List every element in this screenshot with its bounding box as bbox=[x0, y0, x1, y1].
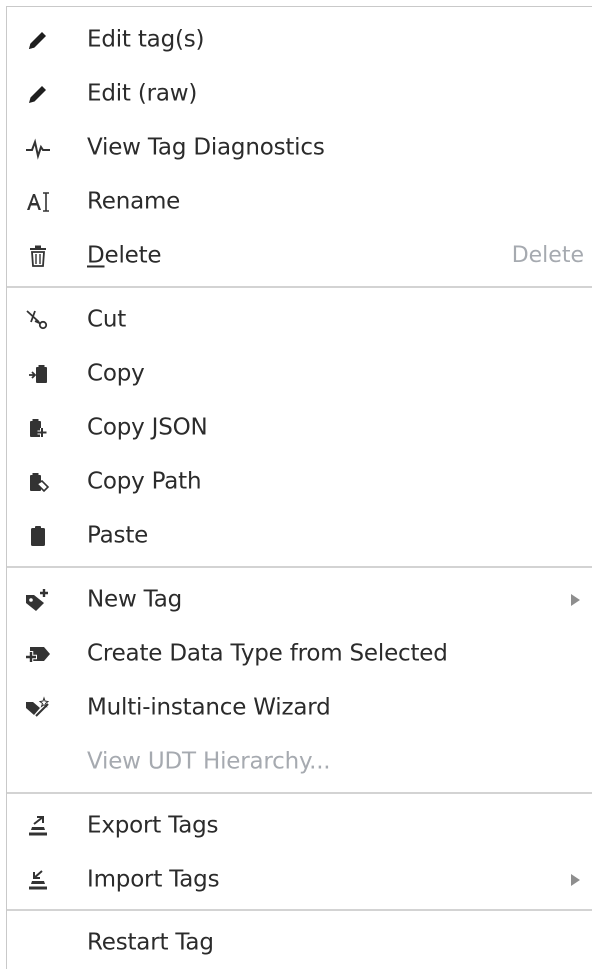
menu-item-delete[interactable]: Delete Delete bbox=[7, 229, 592, 283]
menu-item-label: Edit (raw) bbox=[87, 80, 198, 107]
menu-item-paste[interactable]: Paste bbox=[7, 509, 592, 563]
menu-item-view-udt-hierarchy: View UDT Hierarchy... bbox=[7, 735, 592, 789]
copy-json-icon bbox=[21, 413, 55, 443]
menu-separator bbox=[7, 566, 592, 568]
menu-separator bbox=[7, 286, 592, 288]
new-tag-icon bbox=[21, 585, 55, 615]
menu-item-copy-path[interactable]: Copy Path bbox=[7, 455, 592, 509]
context-menu: Edit tag(s) Edit (raw) View Tag Diagnost… bbox=[6, 6, 592, 969]
menu-item-multi-instance-wizard[interactable]: Multi-instance Wizard bbox=[7, 681, 592, 735]
menu-item-label: View Tag Diagnostics bbox=[87, 134, 325, 161]
menu-item-label: Import Tags bbox=[87, 866, 220, 893]
submenu-arrow-icon bbox=[571, 594, 580, 606]
menu-item-label: Export Tags bbox=[87, 812, 219, 839]
menu-item-restart-tag[interactable]: Restart Tag bbox=[7, 916, 592, 970]
menu-separator bbox=[7, 792, 592, 794]
menu-item-label: Copy Path bbox=[87, 468, 202, 495]
copy-path-icon bbox=[21, 467, 55, 497]
pencil-icon bbox=[21, 79, 55, 109]
create-data-type-icon bbox=[21, 639, 55, 669]
menu-item-label: Multi-instance Wizard bbox=[87, 694, 331, 721]
mnemonic-char: D bbox=[87, 242, 105, 269]
menu-item-label: Paste bbox=[87, 522, 149, 549]
menu-item-rename[interactable]: Rename bbox=[7, 175, 592, 229]
menu-item-cut[interactable]: Cut bbox=[7, 293, 592, 347]
scissors-icon bbox=[21, 305, 55, 335]
menu-item-label: New Tag bbox=[87, 586, 183, 613]
menu-item-view-tag-diagnostics[interactable]: View Tag Diagnostics bbox=[7, 121, 592, 175]
menu-item-copy-json[interactable]: Copy JSON bbox=[7, 401, 592, 455]
menu-item-label: Copy JSON bbox=[87, 414, 208, 441]
menu-item-create-data-type[interactable]: Create Data Type from Selected bbox=[7, 627, 592, 681]
menu-item-edit-raw[interactable]: Edit (raw) bbox=[7, 67, 592, 121]
menu-item-label: Edit tag(s) bbox=[87, 26, 205, 53]
menu-item-label: Cut bbox=[87, 306, 127, 333]
menu-item-copy[interactable]: Copy bbox=[7, 347, 592, 401]
menu-item-label: Copy bbox=[87, 360, 145, 387]
rename-icon bbox=[21, 187, 55, 217]
shortcut-label: Delete bbox=[511, 243, 584, 268]
menu-item-label: View UDT Hierarchy... bbox=[87, 748, 331, 775]
submenu-arrow-icon bbox=[571, 874, 580, 886]
clipboard-icon bbox=[21, 521, 55, 551]
export-icon bbox=[21, 811, 55, 841]
menu-item-label: Rename bbox=[87, 188, 181, 215]
import-icon bbox=[21, 865, 55, 895]
pencil-icon bbox=[21, 25, 55, 55]
wizard-icon bbox=[21, 693, 55, 723]
menu-item-new-tag[interactable]: New Tag bbox=[7, 573, 592, 627]
menu-item-import-tags[interactable]: Import Tags bbox=[7, 853, 592, 907]
trash-icon bbox=[21, 241, 55, 271]
menu-separator bbox=[7, 909, 592, 911]
copy-icon bbox=[21, 359, 55, 389]
menu-item-label: Delete bbox=[87, 242, 162, 269]
menu-item-export-tags[interactable]: Export Tags bbox=[7, 799, 592, 853]
menu-item-label: Restart Tag bbox=[87, 929, 214, 956]
pulse-icon bbox=[21, 133, 55, 163]
menu-item-label: Create Data Type from Selected bbox=[87, 640, 448, 667]
menu-item-edit-tags[interactable]: Edit tag(s) bbox=[7, 13, 592, 67]
